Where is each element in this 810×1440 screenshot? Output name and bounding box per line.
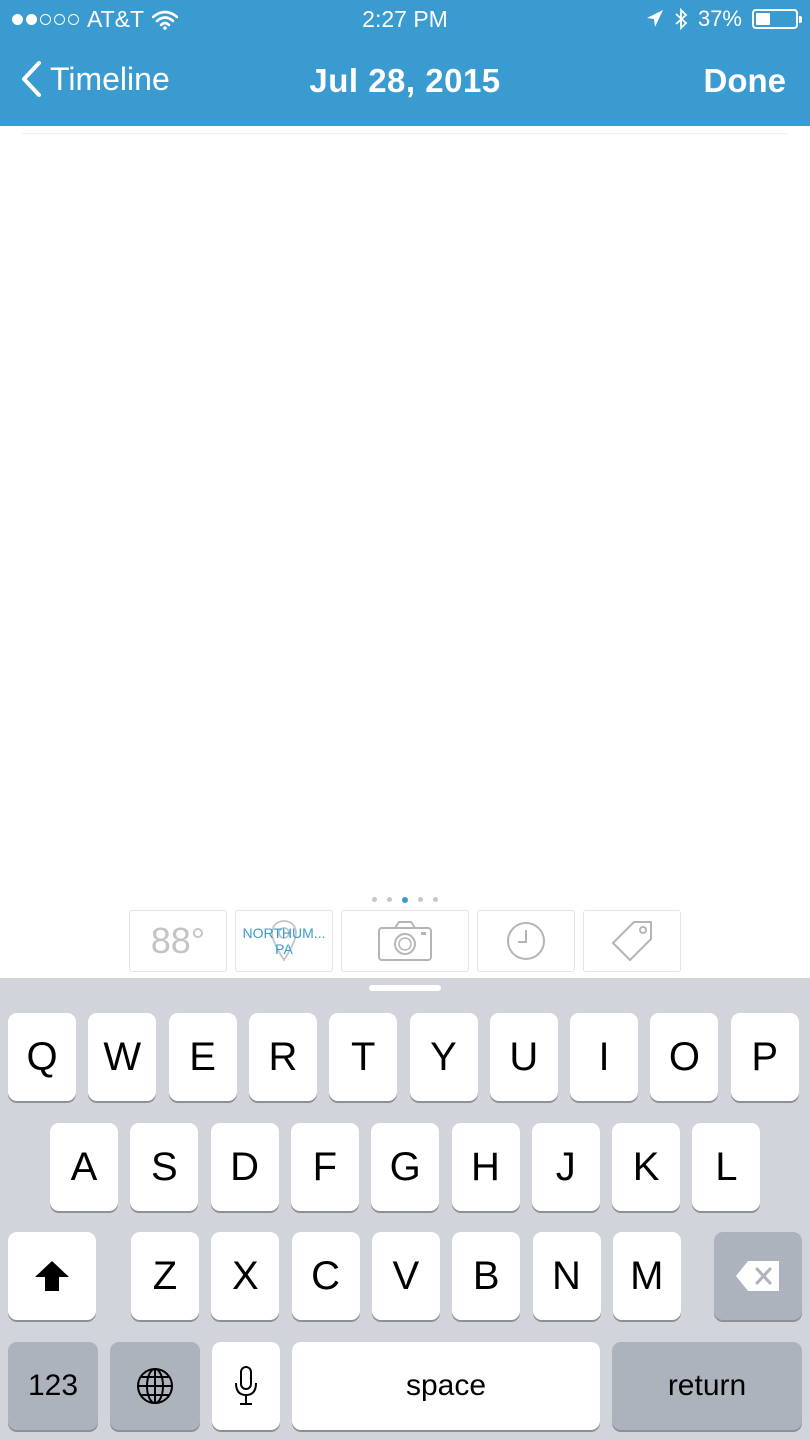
page-dot	[433, 897, 438, 902]
key-y[interactable]: Y	[409, 1013, 478, 1101]
key-z[interactable]: Z	[131, 1232, 199, 1320]
key-q[interactable]: Q	[8, 1013, 76, 1101]
delete-key[interactable]	[714, 1232, 802, 1320]
battery-icon	[752, 9, 802, 29]
key-u[interactable]: U	[489, 1013, 558, 1101]
page-dot	[387, 897, 392, 902]
weather-button[interactable]: 88°	[129, 910, 227, 972]
key-p[interactable]: P	[730, 1013, 799, 1101]
key-w[interactable]: W	[88, 1013, 157, 1101]
weather-temperature: 88°	[150, 920, 206, 961]
numbers-key[interactable]: 123	[8, 1342, 98, 1430]
status-bar: AT&T 2:27 PM 37%	[0, 0, 810, 40]
globe-icon	[137, 1368, 173, 1404]
key-v[interactable]: V	[371, 1232, 440, 1320]
page-dot	[418, 897, 423, 902]
bluetooth-icon	[675, 8, 688, 30]
done-button[interactable]: Done	[704, 62, 787, 100]
key-x[interactable]: X	[211, 1232, 280, 1320]
key-n[interactable]: N	[532, 1232, 601, 1320]
header: AT&T 2:27 PM 37% Timeline Jul 28, 2015 D…	[0, 0, 810, 126]
page-dot	[402, 897, 408, 903]
camera-icon	[378, 921, 432, 961]
key-k[interactable]: K	[612, 1123, 681, 1211]
location-label: NORTHUM... PA	[236, 925, 332, 957]
entry-toolbar: 88° NORTHUM... PA	[0, 910, 810, 972]
key-b[interactable]: B	[452, 1232, 521, 1320]
key-t[interactable]: T	[329, 1013, 398, 1101]
globe-key[interactable]	[110, 1342, 200, 1430]
key-d[interactable]: D	[210, 1123, 279, 1211]
location-line-2: PA	[275, 941, 293, 957]
page-title: Jul 28, 2015	[309, 62, 501, 99]
tag-icon	[612, 921, 652, 961]
clock-icon	[507, 922, 545, 960]
key-g[interactable]: G	[371, 1123, 440, 1211]
navigation-bar: Timeline Jul 28, 2015 Done	[0, 44, 810, 120]
key-m[interactable]: M	[612, 1232, 681, 1320]
keyboard: QWERTYUIOP ASDFGHJKL ZXCVBNM 123 space r…	[0, 978, 810, 1440]
camera-button[interactable]	[341, 910, 469, 972]
key-a[interactable]: A	[50, 1123, 118, 1211]
key-r[interactable]: R	[248, 1013, 317, 1101]
location-line-1: NORTHUM...	[242, 925, 326, 941]
page-indicator	[0, 897, 810, 903]
location-button[interactable]: NORTHUM... PA	[235, 910, 333, 972]
backspace-icon	[736, 1261, 779, 1291]
key-o[interactable]: O	[650, 1013, 719, 1101]
space-key[interactable]: space	[292, 1342, 600, 1430]
shift-icon	[35, 1261, 69, 1291]
key-i[interactable]: I	[570, 1013, 639, 1101]
microphone-icon	[235, 1366, 257, 1405]
divider	[22, 133, 788, 134]
key-e[interactable]: E	[168, 1013, 237, 1101]
key-j[interactable]: J	[531, 1123, 600, 1211]
key-s[interactable]: S	[130, 1123, 199, 1211]
entry-text-area[interactable]	[0, 140, 810, 890]
shift-key[interactable]	[8, 1232, 96, 1320]
tag-button[interactable]	[583, 910, 681, 972]
return-key[interactable]: return	[612, 1342, 802, 1430]
keyboard-handle[interactable]	[369, 985, 441, 991]
status-right: 37%	[646, 6, 802, 32]
key-f[interactable]: F	[290, 1123, 359, 1211]
battery-level	[756, 13, 771, 25]
time-button[interactable]	[477, 910, 575, 972]
page-dot	[372, 897, 377, 902]
battery-percent: 37%	[697, 6, 742, 31]
dictation-key[interactable]	[212, 1342, 280, 1430]
key-c[interactable]: C	[291, 1232, 360, 1320]
key-l[interactable]: L	[692, 1123, 761, 1211]
key-h[interactable]: H	[451, 1123, 520, 1211]
location-services-icon	[646, 10, 663, 27]
